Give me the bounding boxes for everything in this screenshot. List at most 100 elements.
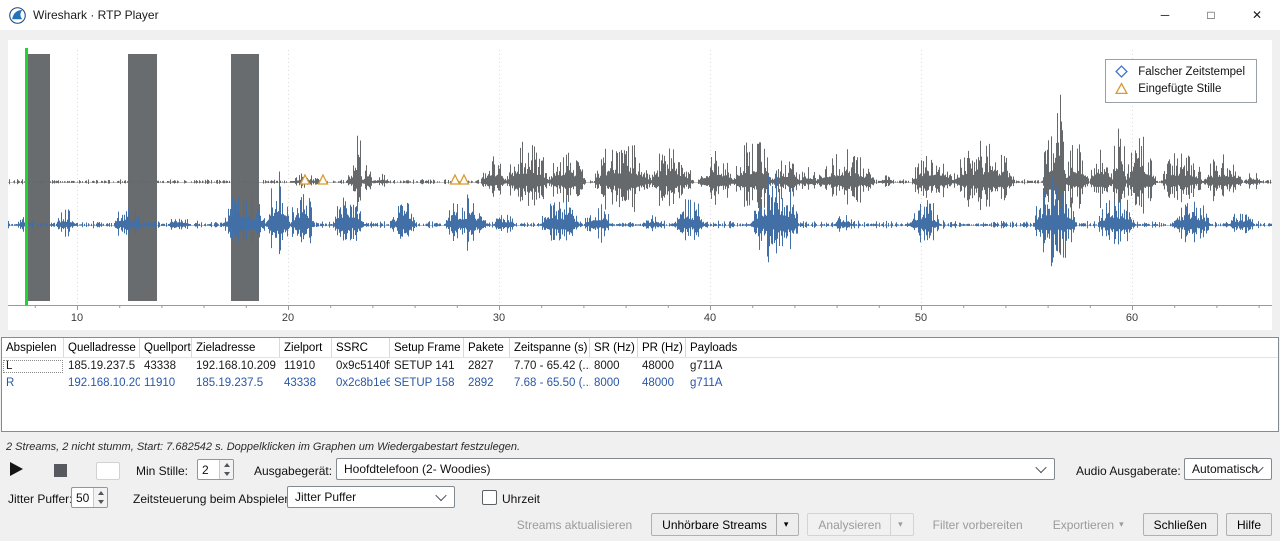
jitter-buffer-label: Jitter Puffer: (8, 492, 72, 506)
cell-setup-frame: SETUP 141 (390, 359, 464, 374)
close-button[interactable]: ✕ (1234, 0, 1280, 30)
cell-zeitspanne-s: 7.68 - 65.50 (... (510, 376, 590, 391)
wireshark-logo-icon (9, 7, 26, 24)
column-header-payloads[interactable]: Payloads (686, 338, 1278, 357)
jitter-buffer-value: 50 (72, 488, 93, 507)
min-silence-value: 2 (198, 460, 219, 479)
button-filter-vorbereiten[interactable]: Filter vorbereiten (922, 513, 1034, 536)
button-label: Analysieren (818, 518, 881, 532)
waveform-canvas: 102030405060 (8, 40, 1272, 330)
button-hilfe[interactable]: Hilfe (1226, 513, 1272, 536)
stream-table[interactable]: AbspielenQuelladresseQuellportZieladress… (1, 337, 1279, 432)
maximize-button[interactable]: □ (1188, 0, 1234, 30)
chevron-down-icon (435, 490, 446, 501)
svg-text:50: 50 (915, 312, 927, 324)
cell-quellport: 43338 (140, 359, 192, 374)
column-header-zieladresse[interactable]: Zieladresse (192, 338, 280, 357)
audio-rate-label: Audio Ausgaberate: (1076, 464, 1181, 478)
button-label: Schließen (1154, 518, 1207, 532)
cell-abspielen: L (2, 359, 64, 374)
column-header-pr-hz[interactable]: PR (Hz) (638, 338, 686, 357)
stop-button[interactable] (54, 464, 67, 477)
column-header-ssrc[interactable]: SSRC (332, 338, 390, 357)
cell-pr-hz: 48000 (638, 359, 686, 374)
cell-sr-hz: 8000 (590, 376, 638, 391)
legend-label: Falscher Zeitstempel (1138, 66, 1245, 78)
output-device-label: Ausgabegerät: (254, 464, 332, 478)
min-silence-stepper[interactable]: 2 (197, 459, 234, 480)
cell-zeitspanne-s: 7.70 - 65.42 (... (510, 359, 590, 374)
chevron-down-icon (1035, 462, 1046, 473)
legend-item-false-timestamp: Falscher Zeitstempel (1115, 65, 1245, 78)
clock-checkbox-label: Uhrzeit (502, 492, 540, 506)
output-device-select[interactable]: Hoofdtelefoon (2- Woodies) (336, 458, 1055, 480)
cell-quelladresse: 192.168.10.209 (64, 376, 140, 391)
spin-down-icon[interactable] (220, 470, 233, 480)
button-label: Filter vorbereiten (933, 518, 1023, 532)
dropdown-arrow-icon[interactable]: ▾ (776, 514, 789, 535)
cell-pakete: 2827 (464, 359, 510, 374)
window-title: Wireshark · RTP Player (33, 8, 159, 22)
svg-text:10: 10 (71, 312, 83, 324)
spin-up-icon[interactable] (220, 460, 233, 470)
stream-table-header: AbspielenQuelladresseQuellportZieladress… (2, 338, 1278, 358)
cell-zieladresse: 192.168.10.209 (192, 359, 280, 374)
button-label: Streams aktualisieren (517, 518, 632, 532)
titlebar: Wireshark · RTP Player ─ □ ✕ (0, 0, 1280, 30)
button-label: Unhörbare Streams (662, 518, 767, 532)
column-header-pakete[interactable]: Pakete (464, 338, 510, 357)
column-header-zielport[interactable]: Zielport (280, 338, 332, 357)
spin-down-icon[interactable] (94, 498, 107, 508)
minimize-button[interactable]: ─ (1142, 0, 1188, 30)
column-header-setup-frame[interactable]: Setup Frame (390, 338, 464, 357)
diamond-icon (1115, 65, 1128, 78)
svg-text:60: 60 (1126, 312, 1138, 324)
dropdown-arrow-icon: ▾ (1119, 519, 1124, 530)
timing-select[interactable]: Jitter Puffer (287, 486, 455, 508)
svg-text:30: 30 (493, 312, 505, 324)
button-schlie-en[interactable]: Schließen (1143, 513, 1218, 536)
audio-rate-value: Automatisch (1192, 462, 1258, 476)
column-header-sr-hz[interactable]: SR (Hz) (590, 338, 638, 357)
table-row-stream-r[interactable]: R192.168.10.20911910185.19.237.5433380x2… (2, 375, 1278, 392)
waveform-plot[interactable]: 102030405060 Falscher Zeitstempel Eingef… (8, 40, 1272, 330)
spin-up-icon[interactable] (94, 488, 107, 498)
button-streams-aktualisieren[interactable]: Streams aktualisieren (506, 513, 643, 536)
audio-rate-select[interactable]: Automatisch (1184, 458, 1272, 480)
play-button[interactable] (10, 462, 23, 476)
triangle-icon (1115, 82, 1128, 95)
stream-table-body: L185.19.237.543338192.168.10.209119100x9… (2, 358, 1278, 392)
cell-zielport: 43338 (280, 376, 332, 391)
min-silence-label: Min Stille: (136, 464, 188, 478)
dropdown-arrow-icon[interactable]: ▾ (890, 514, 903, 535)
button-exportieren[interactable]: Exportieren ▾ (1042, 513, 1135, 536)
button-unh-rbare-streams[interactable]: Unhörbare Streams ▾ (651, 513, 799, 536)
cell-quellport: 11910 (140, 376, 192, 391)
cell-ssrc: 0x9c5140ff (332, 359, 390, 374)
button-analysieren[interactable]: Analysieren ▾ (807, 513, 913, 536)
status-text: 2 Streams, 2 nicht stumm, Start: 7.68254… (6, 441, 520, 453)
svg-text:40: 40 (704, 312, 716, 324)
footer-buttons: Streams aktualisierenUnhörbare Streams▾A… (506, 513, 1272, 536)
legend-item-inserted-silence: Eingefügte Stille (1115, 82, 1245, 95)
pause-button[interactable] (96, 462, 120, 480)
column-header-quellport[interactable]: Quellport (140, 338, 192, 357)
cell-setup-frame: SETUP 158 (390, 376, 464, 391)
jitter-buffer-stepper[interactable]: 50 (71, 487, 108, 508)
table-row-stream-l[interactable]: L185.19.237.543338192.168.10.209119100x9… (2, 358, 1278, 375)
cell-zielport: 11910 (280, 359, 332, 374)
cell-zieladresse: 185.19.237.5 (192, 376, 280, 391)
output-device-value: Hoofdtelefoon (2- Woodies) (344, 462, 491, 476)
cell-payloads: g711A (686, 359, 1278, 374)
legend: Falscher Zeitstempel Eingefügte Stille (1105, 59, 1257, 103)
column-header-abspielen[interactable]: Abspielen (2, 338, 64, 357)
cell-sr-hz: 8000 (590, 359, 638, 374)
column-header-zeitspanne-s[interactable]: Zeitspanne (s) (510, 338, 590, 357)
button-label: Exportieren (1053, 518, 1114, 532)
clock-checkbox[interactable] (482, 490, 497, 505)
cell-payloads: g711A (686, 376, 1278, 391)
cell-quelladresse: 185.19.237.5 (64, 359, 140, 374)
button-label: Hilfe (1237, 518, 1261, 532)
cell-pakete: 2892 (464, 376, 510, 391)
column-header-quelladresse[interactable]: Quelladresse (64, 338, 140, 357)
